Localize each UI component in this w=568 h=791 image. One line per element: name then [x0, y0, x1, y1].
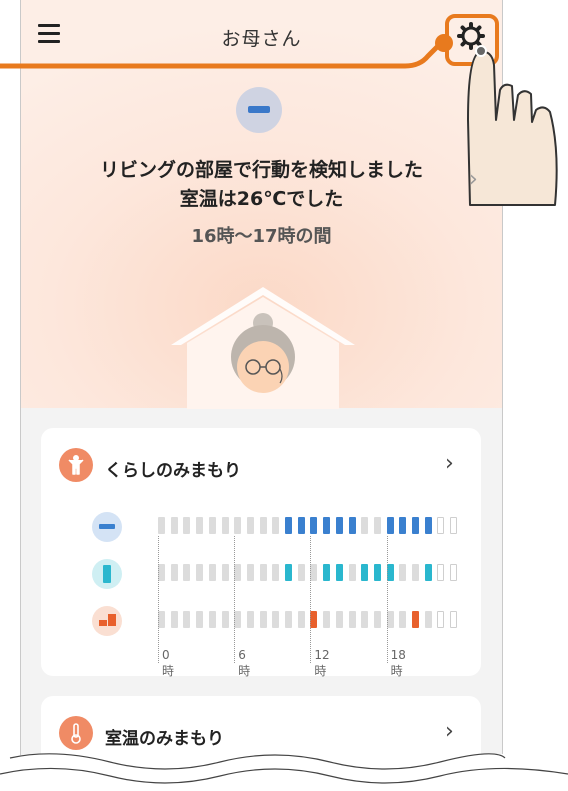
timeline-cell-aircon — [285, 517, 292, 534]
timeline-cell-microwave — [297, 611, 305, 628]
timeline-cell-aircon — [361, 517, 369, 534]
timeline-cell-fridge — [323, 564, 331, 581]
hour-label: 18時 — [390, 648, 406, 678]
timeline-cell-microwave — [272, 611, 280, 628]
microwave-icon — [92, 606, 122, 636]
hour-label: 12時 — [314, 648, 330, 678]
timeline-cell-microwave — [361, 611, 369, 628]
detection-message: リビングの部屋で行動を検知しました — [99, 159, 423, 181]
timeline-cell-aircon — [310, 517, 318, 534]
chevron-right-icon[interactable]: › — [469, 167, 478, 192]
hour-label: 0時 — [162, 648, 175, 678]
timeline-cell-fridge — [221, 564, 229, 581]
timeline-cell-microwave — [348, 611, 356, 628]
timeline-cell-aircon — [272, 517, 280, 534]
timeline-cell-fridge — [437, 564, 445, 581]
chevron-right-icon[interactable]: › — [445, 451, 454, 476]
page-title: お母さん — [221, 28, 302, 50]
card-title: くらしのみまもり — [105, 461, 241, 481]
timeline-cell-aircon — [196, 517, 204, 534]
timeline-cell-microwave — [170, 611, 178, 628]
timeline-cell-microwave — [285, 611, 292, 628]
aircon-icon — [92, 512, 122, 542]
timeline-cell-fridge — [272, 564, 280, 581]
timeline-cell-aircon — [208, 517, 216, 534]
timeline-cell-microwave — [399, 611, 407, 628]
timeline-cell-fridge — [386, 564, 394, 581]
room-temperature-message: 室温は26℃でした — [179, 188, 344, 210]
timeline-cell-microwave — [183, 611, 191, 628]
timeline-cell-microwave — [259, 611, 267, 628]
timeline-cell-aircon — [450, 517, 458, 534]
timeline-cell-fridge — [424, 564, 432, 581]
timeline-cell-fridge — [361, 564, 369, 581]
timeline-cell-microwave — [158, 611, 165, 628]
hour-gridline — [386, 536, 388, 663]
top-bar: お母さん — [21, 0, 502, 70]
timeline-cell-aircon — [259, 517, 267, 534]
timeline-cell-fridge — [246, 564, 254, 581]
timeline-cell-microwave — [335, 611, 343, 628]
timeline-cell-fridge — [450, 564, 458, 581]
aircon-icon — [236, 87, 282, 133]
person-icon — [59, 448, 93, 482]
hour-label: 6時 — [238, 648, 251, 678]
timeline-cell-aircon — [323, 517, 331, 534]
timeline-cell-microwave — [437, 611, 445, 628]
timeline-cell-microwave — [450, 611, 458, 628]
timeline-cell-aircon — [424, 517, 432, 534]
hero-section: お母さん リビングの部屋で行動を検知しました 室温は26℃でした 16時～17時… — [21, 0, 502, 409]
phone-screen: お母さん リビングの部屋で行動を検知しました 室温は26℃でした 16時～17時… — [20, 0, 503, 791]
timeline-cell-aircon — [386, 517, 394, 534]
lifestyle-monitor-card[interactable]: くらしのみまもり › 0時 6時 12時 18時 — [41, 428, 481, 678]
timeline-cell-fridge — [259, 564, 267, 581]
timeline-cell-fridge — [297, 564, 305, 581]
hour-gridline — [158, 536, 159, 663]
hour-gridline — [310, 536, 312, 663]
timeline-cell-aircon — [335, 517, 343, 534]
timeline-cell-fridge — [208, 564, 216, 581]
timeline-cell-microwave — [310, 611, 318, 628]
timeline-cell-fridge — [373, 564, 381, 581]
timeline-cell-fridge — [234, 564, 242, 581]
timeline-cell-microwave — [196, 611, 204, 628]
timeline-cell-aircon — [158, 517, 165, 534]
timeline-cell-aircon — [412, 517, 419, 534]
torn-edge-divider — [0, 753, 568, 791]
timeline-cell-fridge — [310, 564, 318, 581]
timeline-cell-microwave — [424, 611, 432, 628]
fridge-icon — [92, 559, 122, 589]
timeline-cell-fridge — [412, 564, 419, 581]
timeline-cell-aircon — [348, 517, 356, 534]
timeline-cell-microwave — [221, 611, 229, 628]
timeline-cell-aircon — [437, 517, 445, 534]
timeline-cell-microwave — [412, 611, 419, 628]
timeline-cell-fridge — [183, 564, 191, 581]
timeline-cell-fridge — [348, 564, 356, 581]
timeline-cell-aircon — [399, 517, 407, 534]
house-illustration — [171, 287, 355, 409]
timeline-cell-aircon — [246, 517, 254, 534]
timeline-cell-fridge — [196, 564, 204, 581]
timeline-cell-aircon — [221, 517, 229, 534]
timeline-cell-microwave — [323, 611, 331, 628]
timeline-cell-microwave — [386, 611, 394, 628]
timeline-cell-aircon — [234, 517, 242, 534]
hour-gridline — [234, 536, 236, 663]
timeline-cell-microwave — [373, 611, 381, 628]
timeline-cell-fridge — [158, 564, 165, 581]
timeline-cell-fridge — [170, 564, 178, 581]
timeline-cell-microwave — [246, 611, 254, 628]
timeline-cell-fridge — [335, 564, 343, 581]
timeline-cell-microwave — [234, 611, 242, 628]
timeline-cell-aircon — [297, 517, 305, 534]
timeline-cell-aircon — [183, 517, 191, 534]
timeline-cell-aircon — [170, 517, 178, 534]
timeline-cell-microwave — [208, 611, 216, 628]
timeline-cell-fridge — [399, 564, 407, 581]
time-range: 16時～17時の間 — [191, 226, 332, 247]
timeline-cell-fridge — [285, 564, 292, 581]
timeline-cell-aircon — [373, 517, 381, 534]
